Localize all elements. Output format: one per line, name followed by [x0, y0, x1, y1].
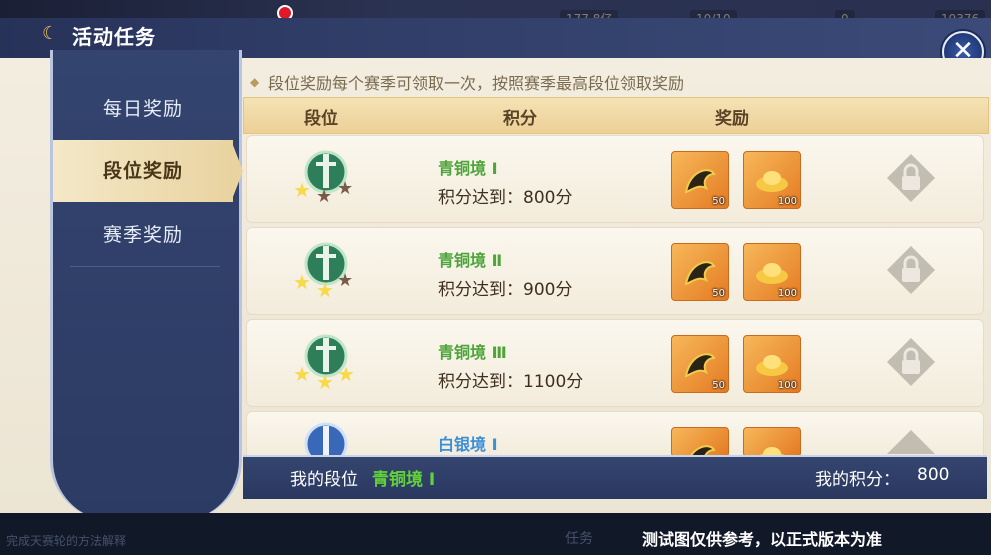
header-score: 积分 [503, 109, 537, 129]
table-row [246, 135, 984, 223]
lock-icon [887, 154, 935, 202]
sidebar-item-season-reward[interactable]: 赛季奖励 [53, 204, 233, 266]
sidebar-item-rank-reward[interactable]: 段位奖励 [53, 140, 233, 202]
dragon-icon [684, 261, 716, 286]
rank-name: 青铜境 Ⅲ [438, 343, 507, 362]
reward-item[interactable]: 100 [743, 335, 801, 393]
table-row [246, 411, 984, 457]
table-row [246, 227, 984, 315]
my-rank-value: 青铜境 Ⅰ [372, 470, 436, 490]
gold-ingot-icon [758, 447, 786, 456]
my-score-value: 800 [917, 465, 950, 485]
header-reward: 奖励 [715, 109, 749, 129]
star-icon: ★ [293, 178, 311, 202]
disclaimer-text: 测试图仅供参考，以正式版本为准 [642, 530, 883, 549]
dragon-icon [684, 353, 716, 378]
star-icon: ★ [293, 362, 311, 386]
star-icon: ★ [316, 278, 334, 302]
table-row [246, 319, 984, 407]
notice-text: 段位奖励每个赛季可领取一次，按照赛季最高段位领取奖励 [268, 74, 685, 93]
score-requirement: 积分达到：900分 [438, 280, 573, 300]
score-requirement: 积分达到：800分 [438, 188, 573, 208]
reward-item[interactable]: 50 [671, 243, 729, 301]
reward-count: 100 [777, 380, 797, 391]
star-icon: ★ [337, 362, 355, 386]
reward-item[interactable]: 50 [671, 335, 729, 393]
silver-rank-badge-icon [304, 422, 348, 455]
reward-count: 50 [712, 196, 725, 207]
sidebar-item-daily-reward[interactable]: 每日奖励 [53, 78, 233, 140]
star-empty-icon: ★ [337, 178, 354, 199]
lock-icon [887, 246, 935, 294]
reward-item[interactable]: 50 [671, 151, 729, 209]
reward-item[interactable] [743, 427, 801, 457]
diamond-bullet-icon: ◆ [250, 75, 260, 89]
reward-count: 100 [777, 196, 797, 207]
dragon-icon [689, 445, 716, 456]
score-requirement: 积分达到：1100分 [438, 372, 584, 392]
gold-ingot-icon [756, 171, 788, 192]
my-score-label: 我的积分： [815, 470, 900, 490]
rank-name: 青铜境 Ⅱ [438, 251, 503, 270]
reward-count: 50 [712, 288, 725, 299]
my-rank-label: 我的段位 [290, 470, 358, 490]
lock-icon [887, 430, 935, 454]
dragon-icon [684, 169, 716, 194]
table-header [243, 97, 989, 134]
header-rank: 段位 [304, 109, 338, 129]
reward-item[interactable] [671, 427, 729, 457]
star-empty-icon: ★ [337, 270, 354, 291]
lock-icon [887, 338, 935, 386]
reward-item[interactable]: 100 [743, 243, 801, 301]
reward-item[interactable]: 100 [743, 151, 801, 209]
gold-ingot-icon [756, 263, 788, 284]
star-empty-icon: ★ [316, 186, 333, 207]
rank-name: 青铜境 Ⅰ [438, 159, 498, 178]
star-icon: ★ [316, 370, 334, 394]
star-icon: ★ [293, 270, 311, 294]
reward-count: 50 [712, 380, 725, 391]
background-text: 任务 [565, 531, 593, 547]
window-title: 活动任务 [72, 25, 156, 49]
moon-icon: ☾ [42, 23, 59, 44]
rank-name: 白银境 Ⅰ [438, 435, 498, 454]
gold-ingot-icon [756, 355, 788, 376]
divider [70, 266, 220, 267]
reward-count: 100 [777, 288, 797, 299]
background-text: 完成天赛轮的方法解释 [6, 534, 127, 548]
